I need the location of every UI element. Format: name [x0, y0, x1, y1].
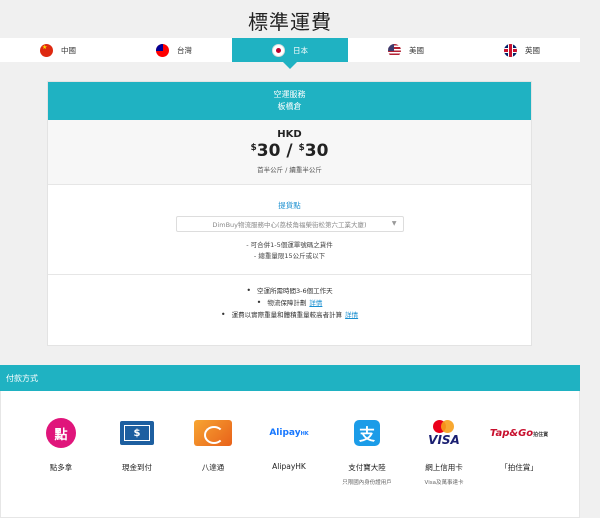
- service-header: 空運服務 板橋倉: [48, 82, 531, 120]
- tab-label: 台灣: [177, 45, 192, 55]
- tapngo-icon: Tap&Go拍住賞: [489, 427, 549, 439]
- tab-uk[interactable]: 英國: [464, 38, 580, 62]
- list-item: 物流保障計劃詳情: [48, 297, 531, 309]
- dimpoint-icon: 點: [46, 418, 76, 448]
- price-unit: 首半公斤 / 續重半公斤: [257, 166, 322, 174]
- pickup-label: 提貨點: [278, 201, 301, 210]
- usa-flag-icon: [388, 43, 401, 57]
- octopus-icon: [194, 420, 232, 446]
- protection-plan-details-link[interactable]: 詳情: [309, 299, 322, 307]
- japan-flag-icon: [272, 43, 285, 57]
- china-flag-icon: [40, 43, 53, 57]
- list-item: 空運所需時間3-6個工作天: [48, 285, 531, 297]
- pickup-note: - 總重量限15公斤或以下: [253, 252, 326, 260]
- tab-label: 中國: [61, 45, 76, 55]
- list-item: 運費以實際重量和體積重量較高者計算詳情: [48, 309, 531, 321]
- visa-mastercard-icon: VISA: [428, 419, 460, 447]
- payment-method-tapngo: Tap&Go拍住賞 「拍住賞」: [469, 418, 569, 473]
- additional-half-kg-price: 30: [304, 141, 329, 161]
- payment-method-note: Visa及萬事達卡: [424, 480, 464, 486]
- tab-label: 美國: [409, 45, 424, 55]
- payment-method-name: 「拍住賞」: [500, 463, 538, 472]
- price-amount: $30 / $30: [48, 141, 531, 161]
- weight-calculation-details-link[interactable]: 詳情: [345, 311, 358, 319]
- price-separator: /: [280, 141, 299, 161]
- first-half-kg-price: 30: [256, 141, 281, 161]
- payment-section-header: 付款方式: [0, 365, 580, 391]
- pickup-note: - 可合併1-5個運單號碼之貨件: [246, 241, 333, 249]
- currency-label: HKD: [277, 129, 302, 140]
- warehouse-name: 板橋倉: [277, 102, 302, 111]
- pickup-selected-value: DimBuy物流服務中心(荔枝角福榮街松第六工業大廈): [212, 221, 367, 229]
- mastercard-icon: [433, 419, 455, 433]
- tab-japan[interactable]: 日本: [232, 38, 348, 69]
- pickup-section: 提貨點 DimBuy物流服務中心(荔枝角福榮街松第六工業大廈) ▼ - 可合併1…: [48, 185, 531, 275]
- tab-china[interactable]: 中國: [0, 38, 116, 62]
- service-type: 空運服務: [273, 90, 306, 99]
- chevron-down-icon: ▼: [391, 220, 397, 227]
- alipay-icon: 支: [354, 420, 380, 446]
- country-tabs: 中國 台灣 日本 美國 英國: [0, 38, 580, 69]
- shipping-rate-card: 空運服務 板橋倉 HKD $30 / $30 首半公斤 / 續重半公斤 提貨點 …: [47, 81, 532, 346]
- payment-methods-panel: 點 點多拿 $ 現金到付 八達通 AlipayHK AlipayHK 支 支付寶…: [0, 391, 580, 518]
- pickup-point-select[interactable]: DimBuy物流服務中心(荔枝角福榮街松第六工業大廈) ▼: [175, 216, 404, 232]
- price-block: HKD $30 / $30 首半公斤 / 續重半公斤: [48, 120, 531, 185]
- tab-label: 日本: [293, 45, 308, 55]
- tab-label: 英國: [525, 45, 540, 55]
- page-title: 標準運費: [248, 10, 332, 34]
- alipayhk-icon: AlipayHK: [269, 428, 309, 438]
- uk-flag-icon: [504, 43, 517, 57]
- tab-usa[interactable]: 美國: [348, 38, 464, 62]
- tab-taiwan[interactable]: 台灣: [116, 38, 232, 62]
- taiwan-flag-icon: [156, 43, 169, 57]
- cash-icon: $: [120, 421, 154, 445]
- service-notes: 空運所需時間3-6個工作天 物流保障計劃詳情 運費以實際重量和體積重量較高者計算…: [48, 275, 531, 321]
